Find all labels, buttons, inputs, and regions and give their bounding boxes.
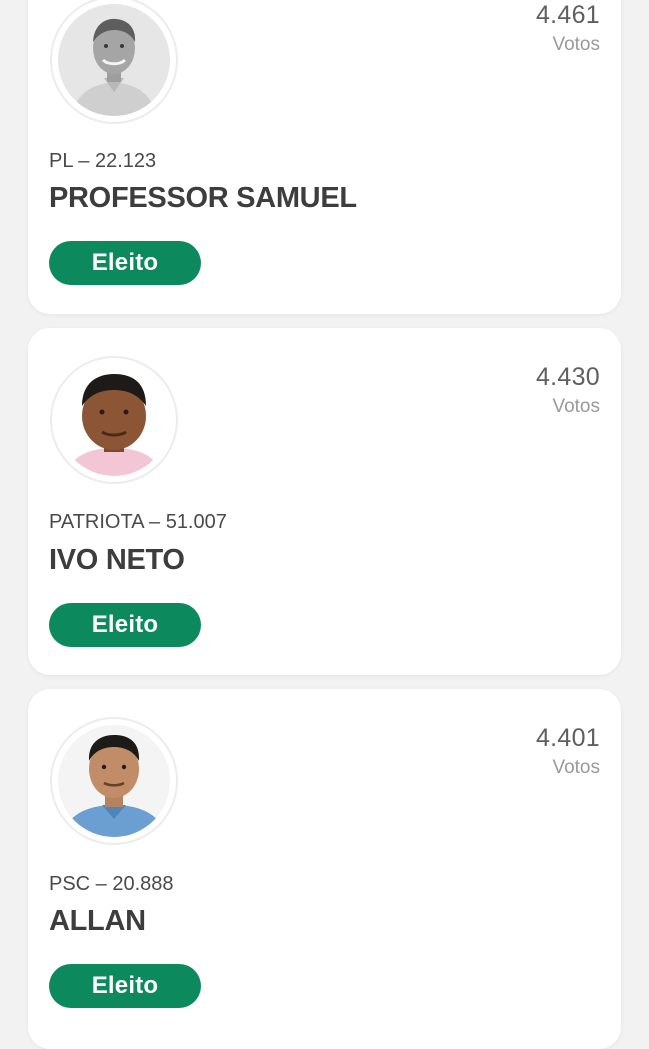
candidate-name: PROFESSOR SAMUEL [49, 182, 357, 214]
candidate-card[interactable]: 4.401 Votos PSC – 20.888 ALLAN Eleito [28, 689, 621, 1049]
candidate-photo-icon [58, 725, 170, 837]
candidate-avatar [50, 717, 178, 845]
candidate-avatar [50, 356, 178, 484]
vote-count: 4.430 Votos [536, 362, 600, 419]
vote-count-label: Votos [552, 34, 600, 55]
vote-count-value: 4.430 [535, 363, 600, 391]
vote-count: 4.461 Votos [536, 0, 600, 57]
status-badge: Eleito [49, 241, 201, 285]
party-number: PATRIOTA – 51.007 [49, 511, 227, 533]
candidate-name: IVO NETO [49, 544, 185, 576]
candidate-photo-icon [58, 4, 170, 116]
candidate-card[interactable]: 4.430 Votos PATRIOTA – 51.007 IVO NETO E… [28, 328, 621, 675]
party-number: PL – 22.123 [49, 150, 157, 172]
vote-count-value: 4.401 [535, 724, 600, 752]
status-badge: Eleito [49, 603, 201, 647]
status-badge: Eleito [49, 964, 201, 1008]
vote-count: 4.401 Votos [536, 723, 600, 780]
candidate-card[interactable]: 4.461 Votos PL – 22.123 PROFESSOR SAMUEL… [28, 0, 621, 314]
candidate-name: ALLAN [49, 905, 146, 937]
party-number: PSC – 20.888 [49, 873, 174, 895]
vote-count-value: 4.461 [535, 1, 600, 29]
vote-count-label: Votos [552, 757, 600, 778]
candidate-avatar [50, 0, 178, 124]
vote-count-label: Votos [552, 396, 600, 417]
candidate-photo-icon [58, 364, 170, 476]
